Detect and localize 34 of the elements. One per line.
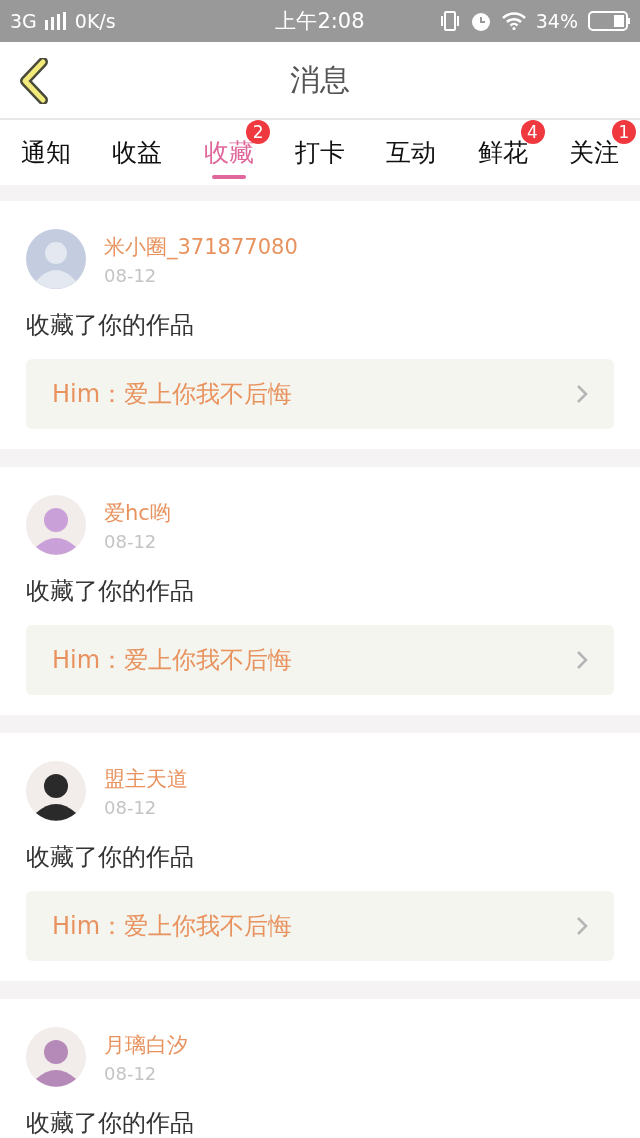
count-badge: 1 — [611, 120, 636, 144]
tab[interactable]: 互动 — [365, 120, 458, 185]
user-name[interactable]: 爱hc哟 — [104, 498, 171, 527]
message-date: 08-12 — [104, 530, 158, 552]
network-type: 3G — [10, 10, 37, 32]
user-name[interactable]: 盟主天道 — [104, 764, 188, 793]
alarm-icon — [469, 10, 492, 32]
chevron-right-icon — [576, 384, 588, 404]
battery-percent: 34% — [535, 10, 578, 32]
work-link[interactable]: Him：爱上你我不后悔 — [26, 625, 614, 695]
message-text: 收藏了你的作品 — [26, 1108, 195, 1138]
wifi-icon — [501, 12, 526, 30]
work-link[interactable]: Him：爱上你我不后悔 — [26, 891, 614, 961]
network-speed: 0K/s — [74, 10, 116, 32]
message-text: 收藏了你的作品 — [26, 842, 195, 873]
tab-underline — [211, 175, 246, 179]
tab[interactable]: 收益 — [91, 120, 183, 185]
battery-icon — [588, 11, 630, 31]
message-text: 收藏了你的作品 — [26, 310, 195, 341]
work-link[interactable]: Him：爱上你我不后悔 — [26, 359, 614, 429]
message-date: 08-12 — [104, 796, 158, 818]
signal-icon — [44, 12, 67, 30]
tab[interactable]: 打卡 — [274, 120, 366, 185]
clock: 上午2:08 — [275, 8, 365, 35]
chevron-right-icon — [576, 916, 588, 936]
user-name[interactable]: 米小圈_371877080 — [104, 232, 298, 261]
page-title: 消息 — [289, 60, 351, 99]
message-date: 08-12 — [104, 264, 158, 286]
message-text: 收藏了你的作品 — [26, 576, 195, 607]
message-date: 08-12 — [104, 1062, 158, 1084]
tab[interactable]: 通知 — [0, 120, 92, 185]
user-name[interactable]: 月璃白汐 — [104, 1030, 188, 1059]
chevron-right-icon — [576, 650, 588, 670]
vibrate-icon — [439, 10, 460, 32]
